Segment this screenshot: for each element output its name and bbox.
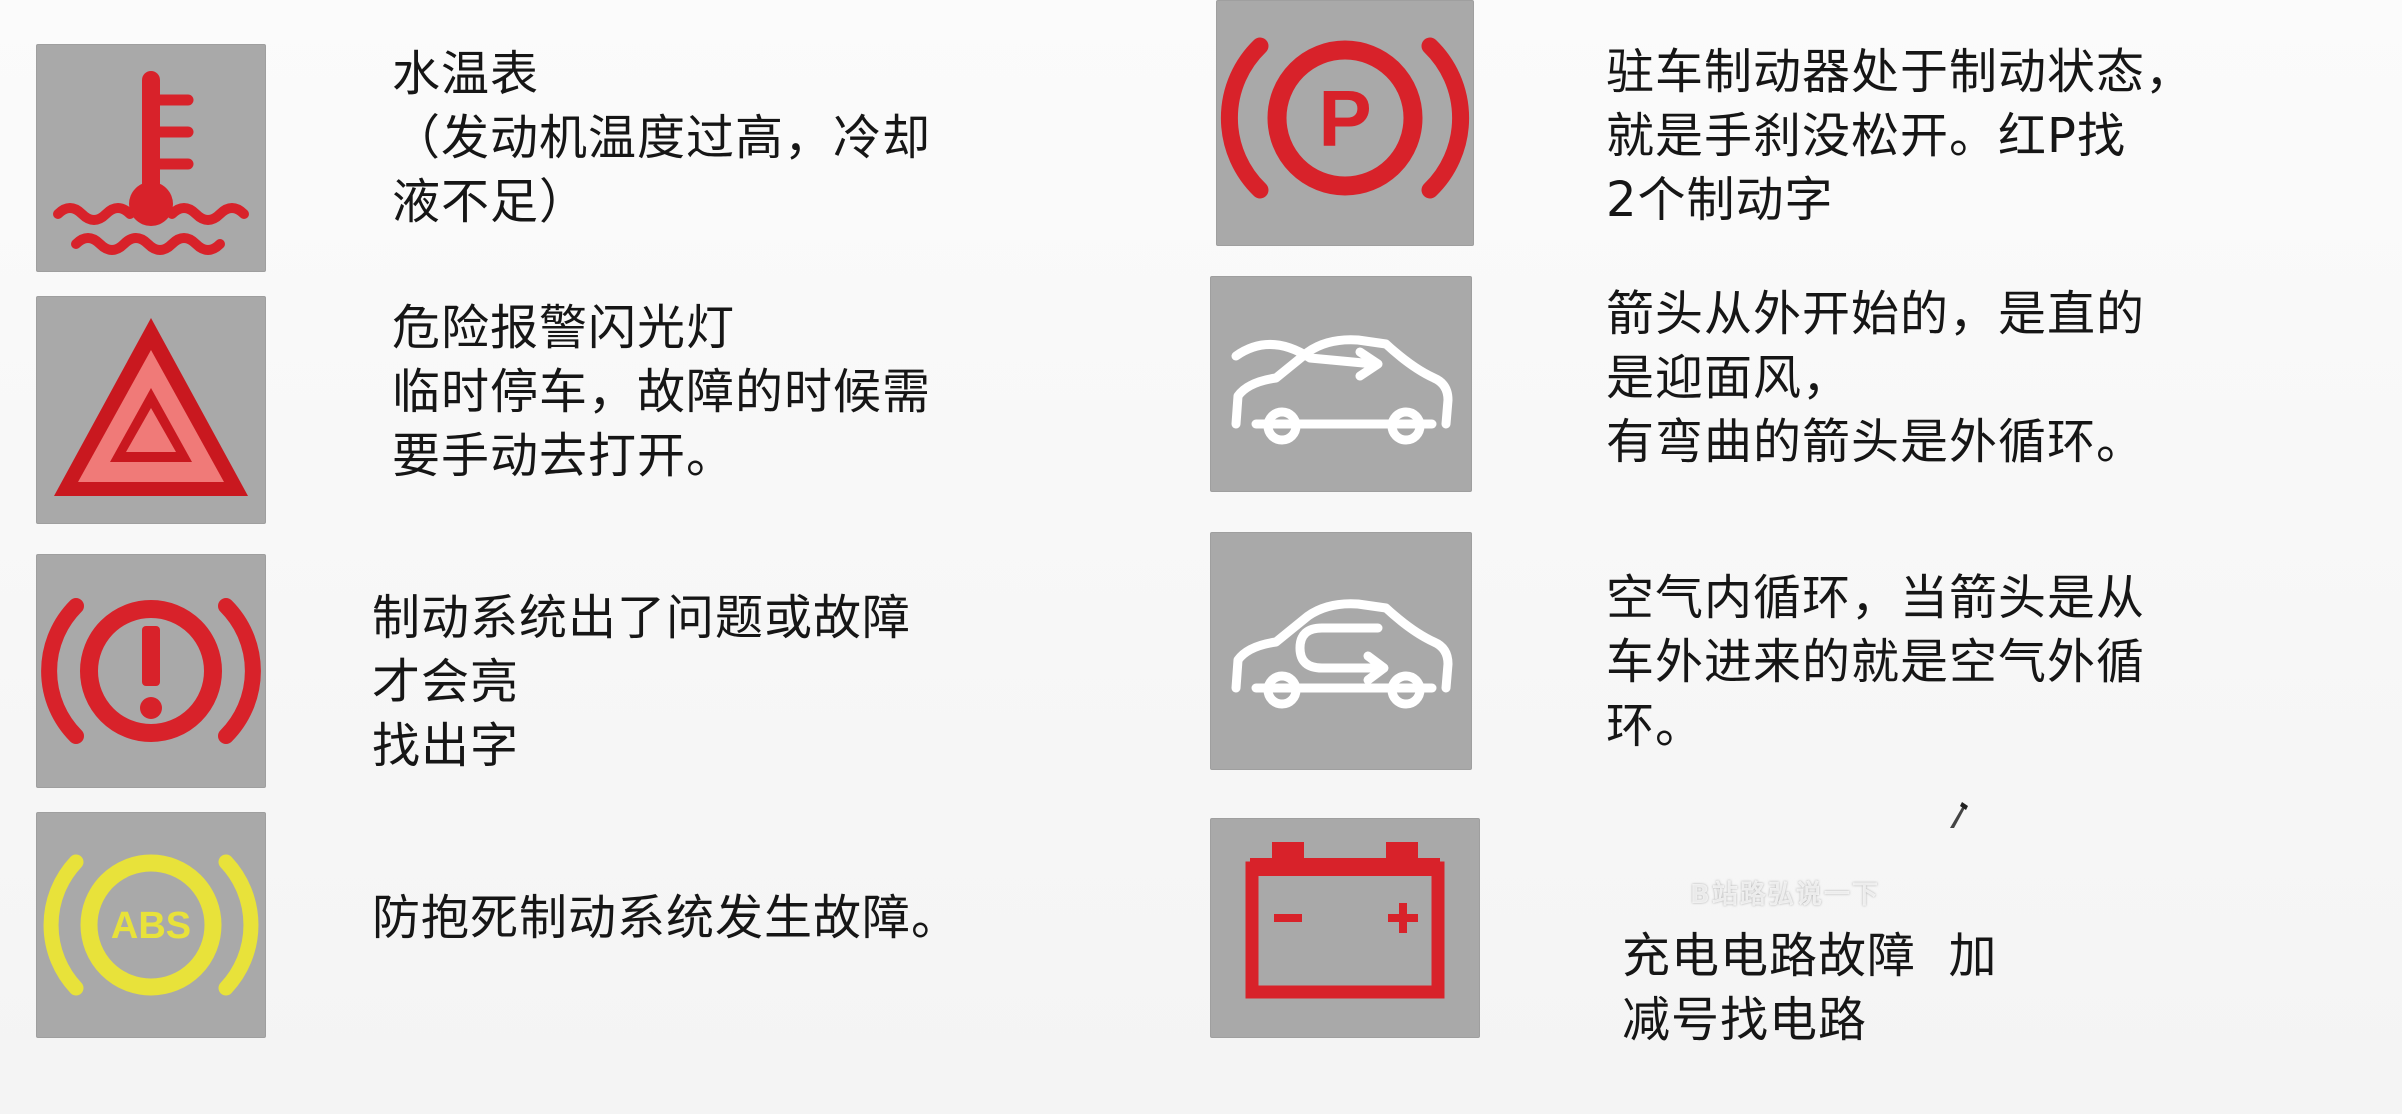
- coolant-temperature-tile: [36, 44, 266, 272]
- outside-air-description: 箭头从外开始的，是直的 是迎面风， 有弯曲的箭头是外循环。: [1606, 282, 2145, 474]
- description-line: 车外进来的就是空气外循: [1606, 634, 2146, 690]
- battery-tile: [1210, 818, 1480, 1038]
- hazard-warning-tile: [36, 296, 266, 524]
- parking-brake-description: 驻车制动器处于制动状态， 就是手刹没松开。红P找 2个制动字: [1606, 40, 2194, 232]
- description-line: 空气内循环，当箭头是从: [1606, 570, 2146, 626]
- parking-brake-icon: P: [1220, 37, 1470, 199]
- description-line: 环。: [1606, 698, 1705, 754]
- abs-tile: ABS: [36, 812, 266, 1038]
- battery-icon: [1245, 842, 1445, 999]
- description-line: 减号找电路: [1622, 992, 1868, 1048]
- brake-warning-tile: [36, 554, 266, 788]
- description-line: 危险报警闪光灯: [392, 300, 736, 356]
- brake-warning-icon: [41, 598, 261, 744]
- abs-icon-label: ABS: [111, 905, 191, 947]
- coolant-description: 水温表 （发动机温度过高，冷却 液不足）: [392, 42, 931, 234]
- description-line: 箭头从外开始的，是直的: [1606, 286, 2146, 342]
- battery-description: 充电电路故障 加 减号找电路: [1622, 924, 1998, 1052]
- page: 水温表 （发动机温度过高，冷却 液不足） 危险报警闪光灯 临时停车，故障的时候需…: [0, 0, 2402, 1114]
- description-line: 找出字: [372, 718, 520, 774]
- hazard-warning-icon: [54, 318, 248, 496]
- description-line: 液不足）: [392, 174, 589, 230]
- description-line: 才会亮: [372, 654, 520, 710]
- outside-air-circulation-icon: [1231, 335, 1453, 445]
- inside-air-description: 空气内循环，当箭头是从 车外进来的就是空气外循 环。: [1606, 566, 2145, 758]
- description-line: 防抱死制动系统发生故障。: [372, 890, 961, 946]
- hazard-description: 危险报警闪光灯 临时停车，故障的时候需 要手动去打开。: [392, 296, 931, 488]
- description-line: （发动机温度过高，冷却: [392, 110, 932, 166]
- brake-system-description: 制动系统出了问题或故障 才会亮 找出字: [372, 586, 911, 778]
- coolant-temperature-icon: [53, 71, 249, 255]
- parking-brake-tile: P: [1216, 0, 1474, 246]
- abs-description: 防抱死制动系统发生故障。: [372, 886, 960, 950]
- description-line: 制动系统出了问题或故障: [372, 590, 912, 646]
- parking-brake-icon-label: P: [1318, 74, 1371, 163]
- outside-air-tile: [1210, 276, 1472, 492]
- watermark: B站路弘说一下: [1690, 880, 1880, 910]
- mouse-cursor-icon: [1950, 802, 1968, 828]
- description-line: 有弯曲的箭头是外循环。: [1606, 414, 2146, 470]
- abs-icon: ABS: [43, 854, 259, 996]
- description-line: 充电电路故障 加: [1622, 928, 1998, 984]
- recirculation-tile: [1210, 532, 1472, 770]
- recirculation-icon: [1231, 599, 1453, 709]
- description-line: 就是手刹没松开。红P找: [1606, 108, 2126, 164]
- description-line: 是迎面风，: [1606, 350, 1852, 406]
- description-line: 驻车制动器处于制动状态，: [1606, 44, 2195, 100]
- description-line: 2个制动字: [1606, 172, 1834, 228]
- description-line: 水温表: [392, 46, 540, 102]
- description-line: 临时停车，故障的时候需: [392, 364, 932, 420]
- description-line: 要手动去打开。: [392, 428, 736, 484]
